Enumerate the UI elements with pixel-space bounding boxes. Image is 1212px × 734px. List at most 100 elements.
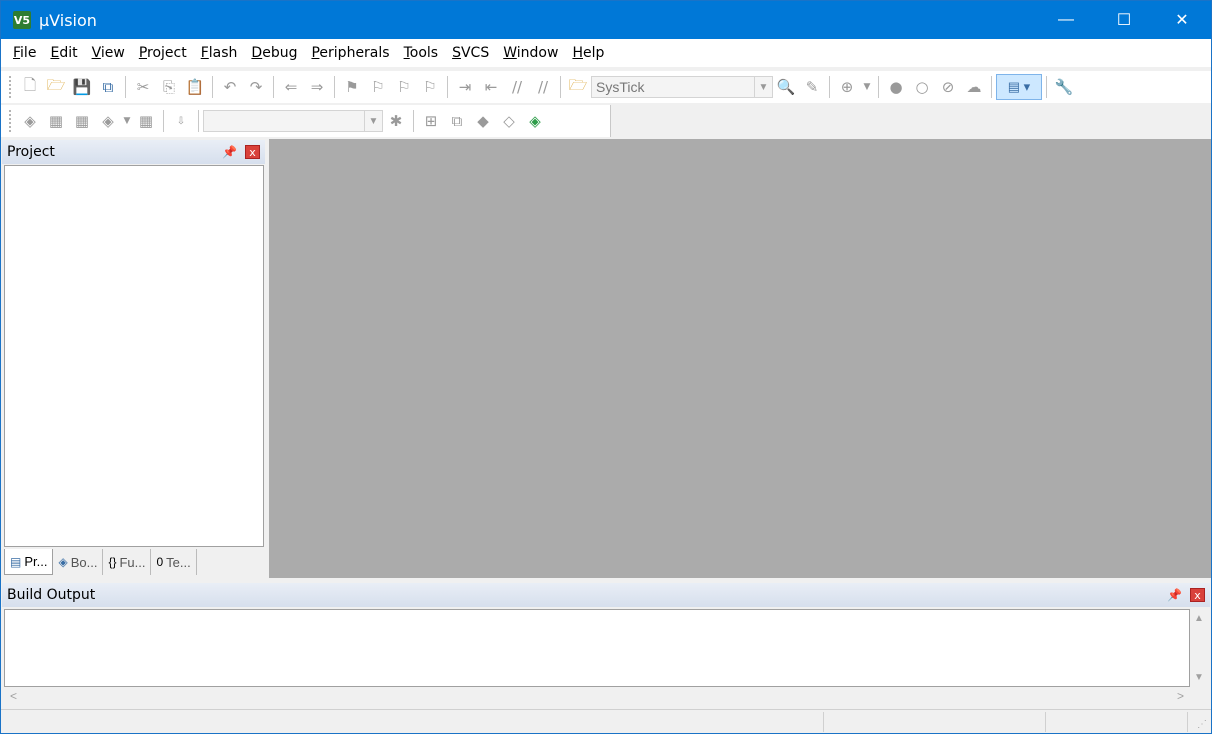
find-combo-value: SysTick <box>596 79 645 95</box>
comment-icon[interactable]: // <box>504 74 530 100</box>
chevron-down-icon[interactable]: ▼ <box>860 74 874 100</box>
tab-functions[interactable]: {} Fu... <box>103 549 152 575</box>
debug-session-icon[interactable]: ⊕ <box>834 74 860 100</box>
paste-icon[interactable]: 📋 <box>182 74 208 100</box>
close-button[interactable]: ✕ <box>1153 1 1211 39</box>
toolbar-separator <box>334 76 335 98</box>
scroll-up-icon[interactable]: ▲ <box>1194 613 1204 624</box>
templates-tab-icon: 0 <box>156 555 164 569</box>
breakpoint-icon[interactable]: ● <box>883 74 909 100</box>
next-bookmark-icon[interactable]: ⚐ <box>391 74 417 100</box>
manage-runtime-env-icon[interactable]: ◆ <box>470 108 496 134</box>
open-folder-icon[interactable]: 🗁 <box>43 74 69 100</box>
title-bar: V5 µVision — ☐ ✕ <box>1 1 1211 39</box>
file-toolbar: 🗋 🗁 💾 ⧉ ✂ ⎘ 📋 ↶ ↷ ⇐ ⇒ ⚑ ⚐ ⚐ ⚐ ⇥ ⇤ // // … <box>1 71 1211 103</box>
translate-icon[interactable]: ◈ <box>17 108 43 134</box>
toolbar-separator <box>273 76 274 98</box>
menu-help[interactable]: Help <box>565 39 611 67</box>
scroll-right-icon[interactable]: > <box>1177 689 1184 703</box>
build-icon[interactable]: ▦ <box>43 108 69 134</box>
download-load-icon[interactable]: ⇩ <box>168 108 194 134</box>
find-in-files-icon[interactable]: 🗁 <box>565 74 591 100</box>
close-icon[interactable]: x <box>1190 588 1205 602</box>
build-output-horizontal-scrollbar[interactable]: < > <box>4 687 1190 705</box>
new-file-icon[interactable]: 🗋 <box>17 74 43 100</box>
navigate-back-icon[interactable]: ⇐ <box>278 74 304 100</box>
minimize-button[interactable]: — <box>1037 1 1095 39</box>
cut-icon[interactable]: ✂ <box>130 74 156 100</box>
status-divider <box>1187 712 1188 732</box>
close-icon[interactable]: x <box>245 145 260 159</box>
find-combo[interactable]: SysTick ▼ <box>591 76 773 98</box>
disable-all-breakpoints-icon[interactable]: ⊘ <box>935 74 961 100</box>
save-icon[interactable]: 💾 <box>69 74 95 100</box>
chevron-down-icon[interactable]: ▼ <box>364 111 382 131</box>
menu-svcs[interactable]: SVCS <box>445 39 496 67</box>
pin-icon[interactable]: 📌 <box>222 145 237 159</box>
status-bar: ⋰ <box>1 709 1211 733</box>
menu-edit[interactable]: Edit <box>43 39 84 67</box>
stop-build-icon[interactable]: ▦ <box>133 108 159 134</box>
tab-project[interactable]: ▤ Pr... <box>4 549 54 575</box>
disable-breakpoint-icon[interactable]: ○ <box>909 74 935 100</box>
indent-icon[interactable]: ⇥ <box>452 74 478 100</box>
pin-icon[interactable]: 📌 <box>1167 588 1182 602</box>
toolbar-separator <box>413 110 414 132</box>
build-output-text[interactable] <box>4 609 1190 687</box>
kill-breakpoints-icon[interactable]: ☁ <box>961 74 987 100</box>
scroll-left-icon[interactable]: < <box>10 689 17 703</box>
target-select-combo[interactable]: ▼ <box>203 110 383 132</box>
toolbar-separator <box>1046 76 1047 98</box>
menu-file[interactable]: File <box>6 39 43 67</box>
tab-books[interactable]: ◈ Bo... <box>53 549 104 575</box>
project-tree[interactable] <box>4 165 264 547</box>
unindent-icon[interactable]: ⇤ <box>478 74 504 100</box>
find-icon[interactable]: 🔍 <box>773 74 799 100</box>
build-output-vertical-scrollbar[interactable]: ▲ ▼ <box>1190 609 1208 687</box>
menu-window[interactable]: Window <box>496 39 565 67</box>
menu-tools[interactable]: Tools <box>397 39 446 67</box>
prev-bookmark-icon[interactable]: ⚐ <box>365 74 391 100</box>
toolbar-separator <box>991 76 992 98</box>
toolbar-separator <box>829 76 830 98</box>
target-options-icon[interactable]: ✱ <box>383 108 409 134</box>
project-panel-title: Project <box>7 144 55 160</box>
incremental-find-icon[interactable]: ✎ <box>799 74 825 100</box>
window-layout-toggle[interactable]: ▤ ▾ <box>996 74 1042 100</box>
manage-project-items-icon[interactable]: ⊞ <box>418 108 444 134</box>
scroll-down-icon[interactable]: ▼ <box>1194 672 1204 683</box>
configure-wrench-icon[interactable]: 🔧 <box>1051 74 1077 100</box>
navigate-forward-icon[interactable]: ⇒ <box>304 74 330 100</box>
menu-view[interactable]: View <box>85 39 132 67</box>
tab-label: Bo... <box>70 554 98 570</box>
undo-icon[interactable]: ↶ <box>217 74 243 100</box>
editor-area[interactable] <box>269 139 1211 578</box>
select-packs-icon[interactable]: ◇ <box>496 108 522 134</box>
bookmark-icon[interactable]: ⚑ <box>339 74 365 100</box>
toolbar-grip[interactable] <box>9 110 13 132</box>
toolbar-grip[interactable] <box>9 76 13 98</box>
rebuild-icon[interactable]: ▦ <box>69 108 95 134</box>
redo-icon[interactable]: ↷ <box>243 74 269 100</box>
clear-bookmarks-icon[interactable]: ⚐ <box>417 74 443 100</box>
manage-multi-project-icon[interactable]: ⧉ <box>444 108 470 134</box>
save-all-icon[interactable]: ⧉ <box>95 74 121 100</box>
menu-project[interactable]: Project <box>132 39 194 67</box>
menu-peripherals[interactable]: Peripherals <box>304 39 396 67</box>
maximize-button[interactable]: ☐ <box>1095 1 1153 39</box>
pack-installer-icon[interactable]: ◈ <box>522 108 548 134</box>
uncomment-icon[interactable]: // <box>530 74 556 100</box>
chevron-down-icon[interactable]: ▼ <box>754 77 772 97</box>
copy-icon[interactable]: ⎘ <box>156 74 182 100</box>
batch-build-icon[interactable]: ◈ <box>95 108 121 134</box>
toolbar-separator <box>212 76 213 98</box>
resize-grip-icon[interactable]: ⋰ <box>1197 719 1207 730</box>
menu-debug[interactable]: Debug <box>244 39 304 67</box>
tab-templates[interactable]: 0 Te... <box>151 549 197 575</box>
build-toolbar: ◈ ▦ ▦ ◈ ▼ ▦ ⇩ ▼ ✱ ⊞ ⧉ ◆ ◇ ◈ <box>1 105 611 137</box>
menu-flash[interactable]: Flash <box>194 39 245 67</box>
toolbar-separator <box>878 76 879 98</box>
toolbar-separator <box>125 76 126 98</box>
chevron-down-icon[interactable]: ▼ <box>121 108 133 134</box>
toolbar-separator <box>163 110 164 132</box>
